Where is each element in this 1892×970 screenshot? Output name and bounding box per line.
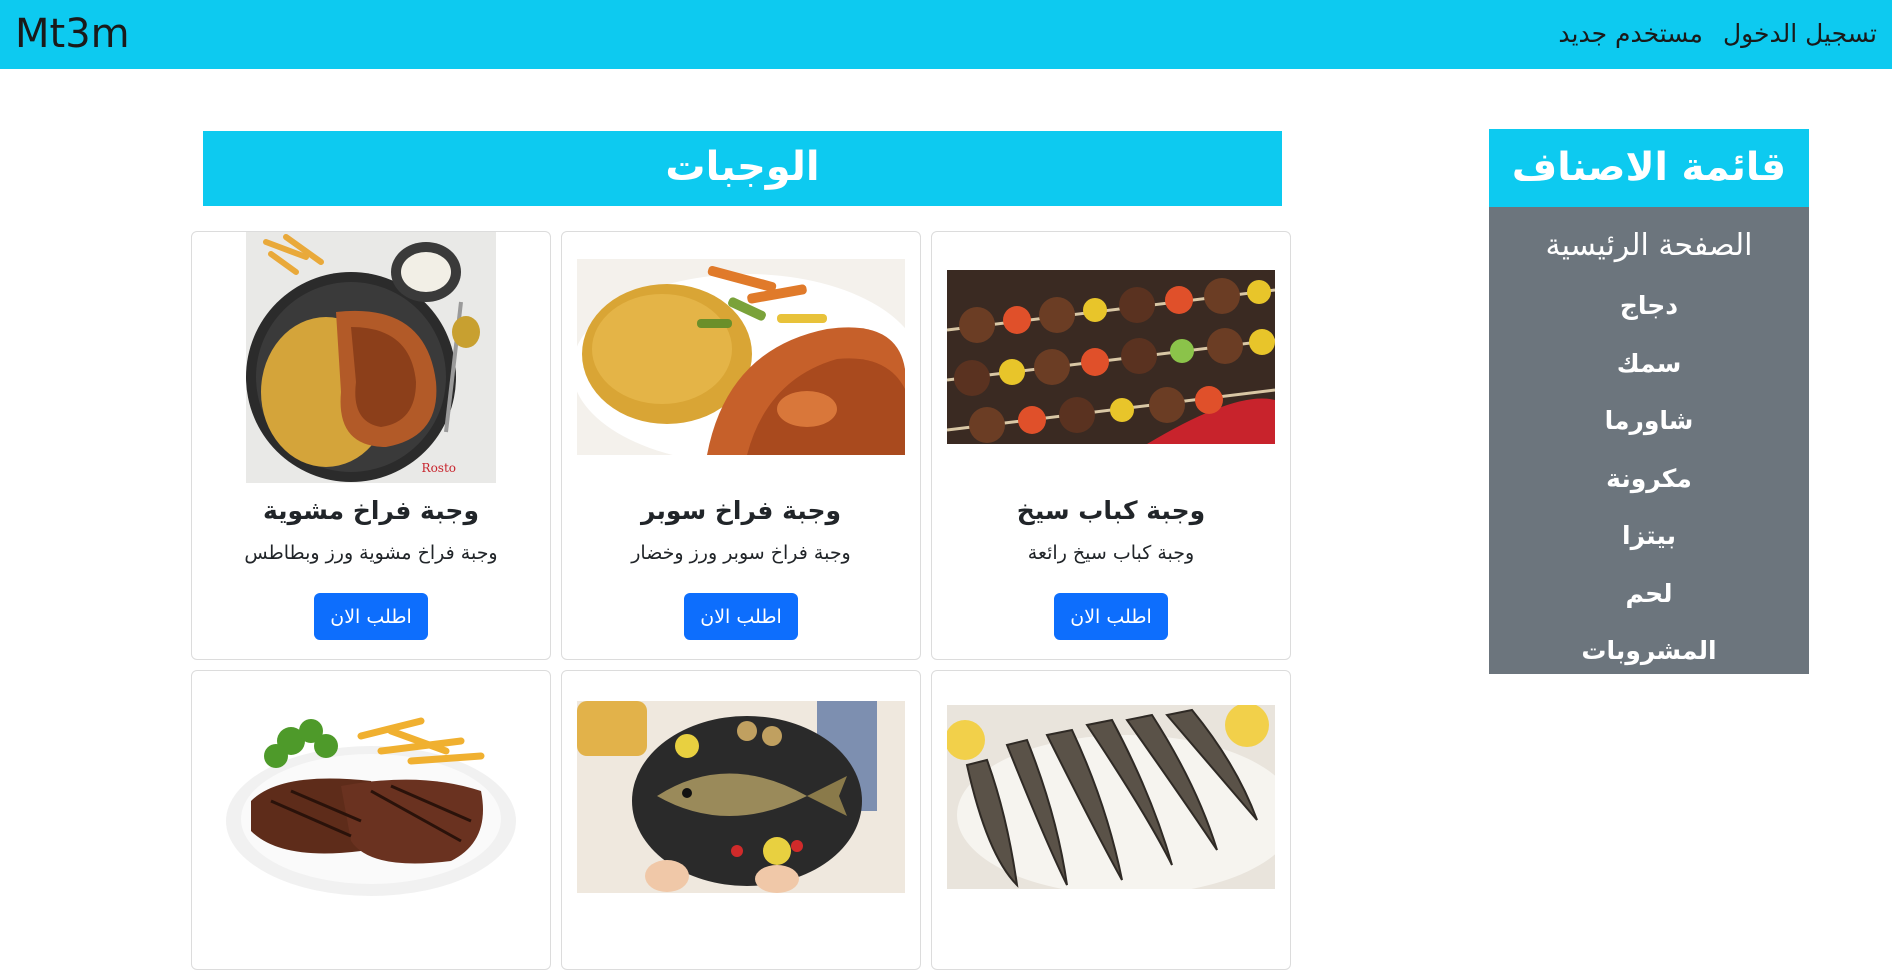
meals-section-title: الوجبات (203, 131, 1282, 206)
meal-card-grilled-chicken: Rosto وجبة فراخ مشوية وجبة فراخ مشوية ور… (191, 231, 551, 660)
register-link[interactable]: مستخدم جديد (1558, 14, 1703, 54)
login-link[interactable]: تسجيل الدخول (1723, 14, 1877, 54)
sidebar-item-fish[interactable]: سمك (1489, 335, 1809, 393)
order-now-button[interactable]: اطلب الان (314, 593, 428, 640)
meal-description: وجبة فراخ مشوية ورز وبطاطس (244, 542, 498, 564)
meal-description: وجبة كباب سيخ رائعة (1027, 542, 1195, 564)
sidebar-item-shawarma[interactable]: شاورما (1489, 392, 1809, 450)
meal-card-kebab: وجبة كباب سيخ وجبة كباب سيخ رائعة اطلب ا… (931, 231, 1291, 660)
meal-title: وجبة فراخ سوبر (640, 496, 842, 525)
order-now-button[interactable]: اطلب الان (1054, 593, 1168, 640)
meal-description: وجبة فراخ سوبر ورز وخضار (631, 542, 851, 564)
nav-links: تسجيل الدخول مستخدم جديد (1558, 14, 1877, 54)
sidebar-item-pizza[interactable]: بيتزا (1489, 507, 1809, 565)
grilled-sardines-photo (932, 705, 1290, 889)
sidebar-item-meat[interactable]: لحم (1489, 565, 1809, 623)
top-navbar: Mt3m تسجيل الدخول مستخدم جديد (0, 0, 1892, 69)
meal-card-sardines (931, 670, 1291, 970)
meal-card-chicken-super: وجبة فراخ سوبر وجبة فراخ سوبر ورز وخضار … (561, 231, 921, 660)
sidebar-item-home[interactable]: الصفحة الرئيسية (1489, 215, 1809, 277)
meal-title: وجبة فراخ مشوية (263, 496, 479, 525)
sidebar-item-pasta[interactable]: مكرونة (1489, 450, 1809, 508)
sidebar-item-chicken[interactable]: دجاج (1489, 277, 1809, 335)
meal-title: وجبة كباب سيخ (1016, 496, 1206, 525)
kebab-skewers-photo (932, 270, 1290, 444)
brand-logo[interactable]: Mt3m (15, 8, 130, 60)
meal-card-fish (561, 670, 921, 970)
meal-card-steak (191, 670, 551, 970)
order-now-button[interactable]: اطلب الان (684, 593, 798, 640)
sidebar-title: قائمة الاصناف (1489, 129, 1809, 207)
steak-fries-photo (192, 701, 550, 901)
grilled-fish-plate-photo (562, 701, 920, 893)
sidebar-list: الصفحة الرئيسية دجاج سمك شاورما مكرونة ب… (1489, 207, 1809, 674)
grilled-chicken-rice-photo: Rosto (192, 232, 550, 483)
categories-sidebar: قائمة الاصناف الصفحة الرئيسية دجاج سمك ش… (1489, 129, 1809, 674)
sidebar-item-drinks[interactable]: المشروبات (1489, 622, 1809, 680)
svg-text:Rosto: Rosto (422, 461, 456, 475)
chicken-rice-vegetables-photo (562, 259, 920, 455)
